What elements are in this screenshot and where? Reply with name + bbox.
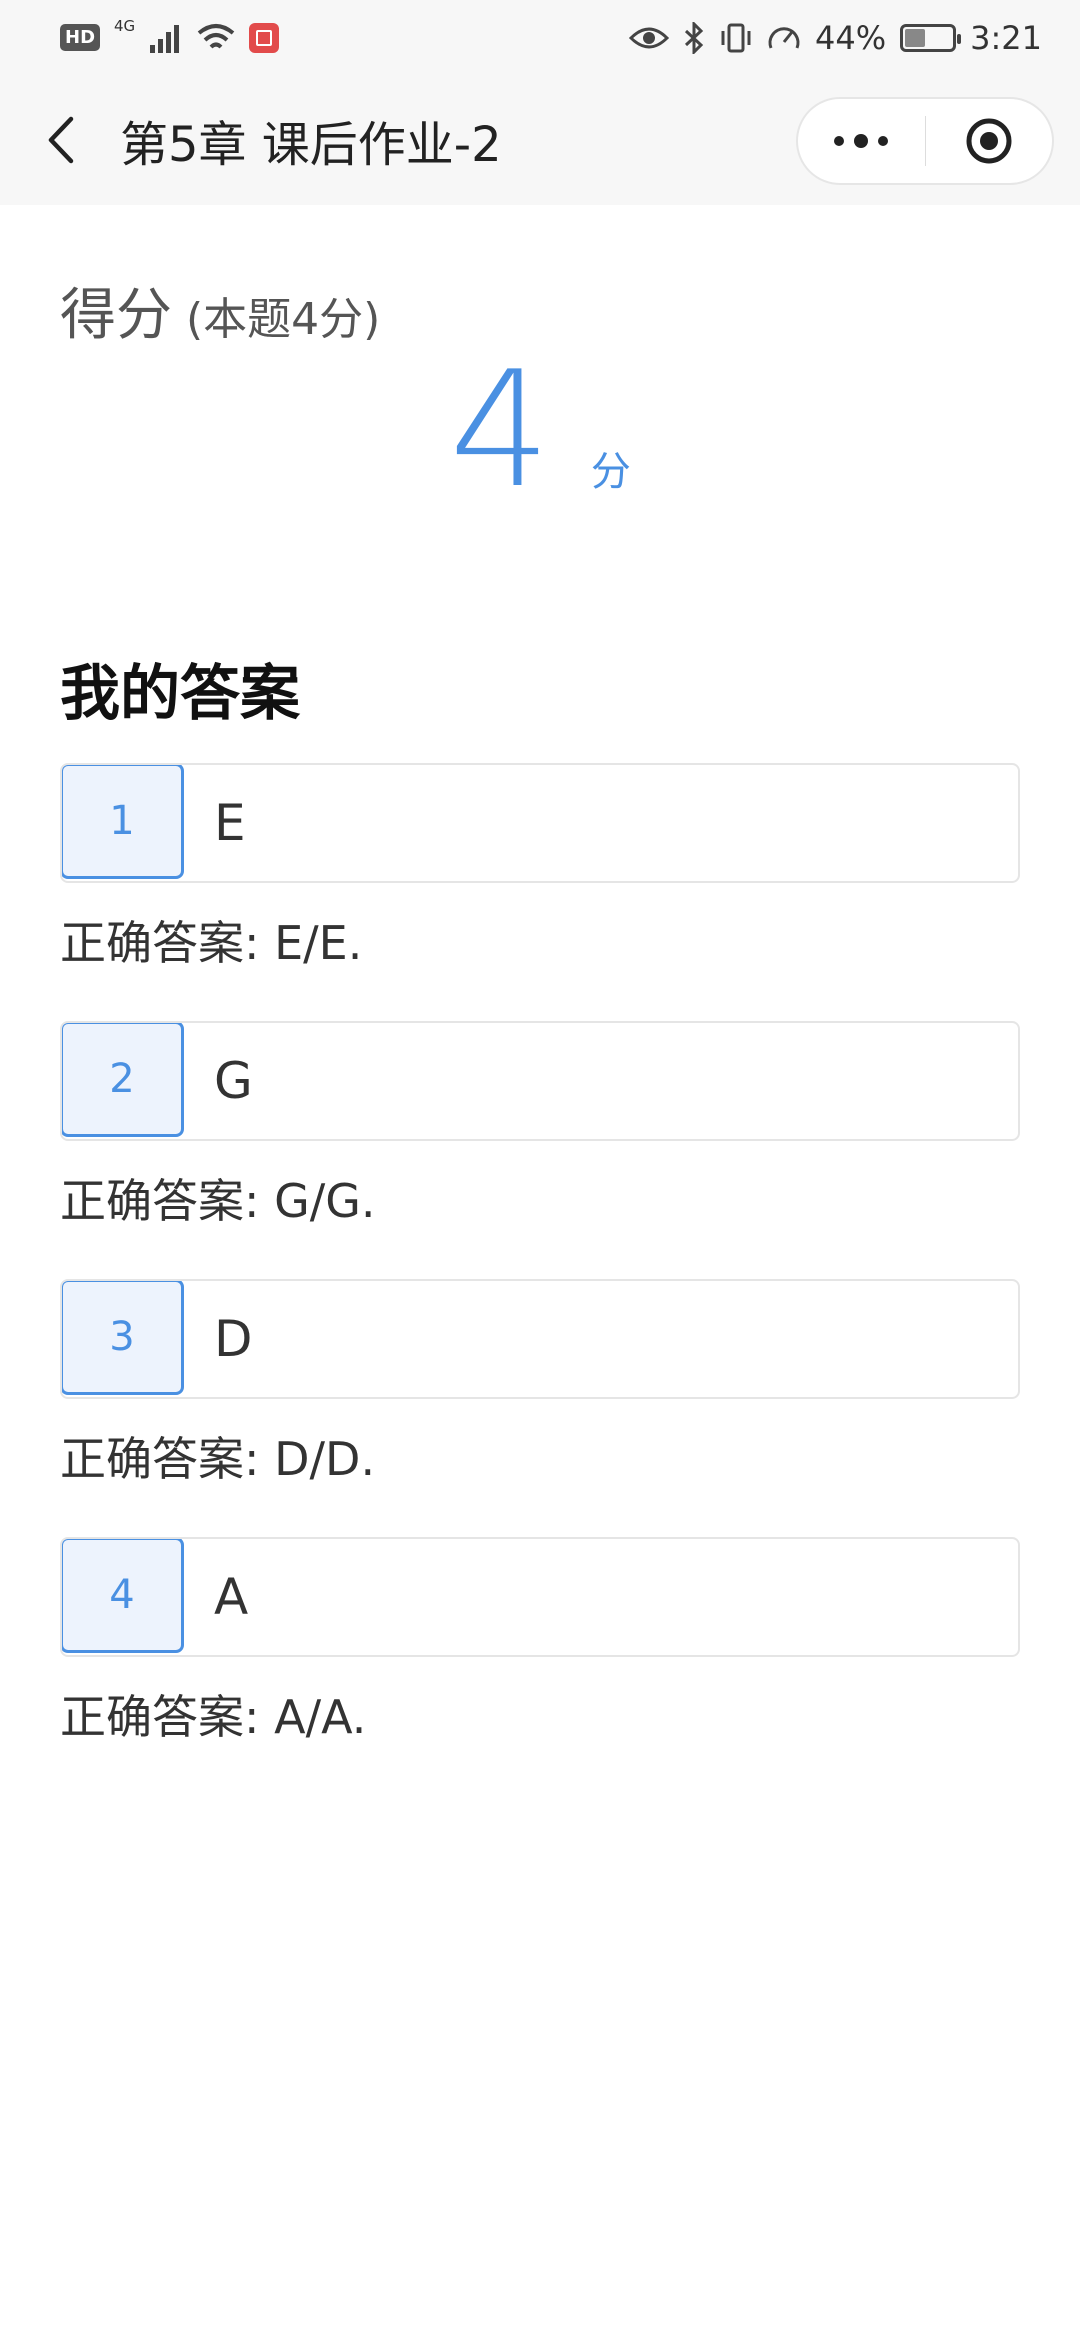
eye-icon <box>629 27 670 48</box>
wifi-icon <box>197 23 235 48</box>
bluetooth-icon <box>684 21 704 54</box>
more-dots-icon <box>834 134 889 148</box>
correct-answer: 正确答案: G/G. <box>60 1174 376 1228</box>
score-header: 得分 (本题4分) <box>60 270 380 351</box>
section-title: 我的答案 <box>60 659 300 729</box>
battery-percent: 44% <box>815 18 887 57</box>
signal-icon <box>150 24 180 53</box>
answer-row: 4 A <box>60 1537 1020 1657</box>
score-value: 4 <box>449 336 551 523</box>
answer-value: G <box>214 1052 253 1110</box>
vibrate-icon <box>721 23 751 52</box>
answer-number: 4 <box>62 1539 184 1653</box>
clock: 3:21 <box>970 18 1042 57</box>
back-button[interactable] <box>0 75 120 205</box>
status-right: 44% 3:21 <box>629 19 1042 57</box>
page-title: 第5章 课后作业-2 <box>120 117 502 173</box>
answer-value: E <box>214 794 246 852</box>
close-miniprogram-button[interactable] <box>925 99 1052 183</box>
target-close-icon <box>966 118 1012 164</box>
status-left: HD 4G <box>60 17 280 53</box>
hd-badge: HD <box>60 24 101 51</box>
correct-answer: 正确答案: A/A. <box>60 1690 367 1744</box>
score-title: 得分 <box>60 283 172 348</box>
score-display: 4 分 <box>0 350 1080 510</box>
chevron-left-icon <box>48 116 74 164</box>
answer-value: A <box>214 1568 249 1626</box>
app-notification-icon <box>249 22 280 53</box>
answer-number: 2 <box>62 1023 184 1137</box>
correct-answer: 正确答案: D/D. <box>60 1432 376 1486</box>
speed-icon <box>768 26 800 49</box>
mini-program-capsule <box>796 97 1054 185</box>
answer-row: 2 G <box>60 1021 1020 1141</box>
answer-value: D <box>214 1310 253 1368</box>
answer-number: 3 <box>62 1281 184 1395</box>
answer-item: 1 E 正确答案: E/E. <box>60 763 1020 973</box>
battery-level <box>905 28 926 47</box>
network-type: 4G <box>114 16 136 35</box>
answer-number: 1 <box>62 765 184 879</box>
battery-icon <box>900 23 962 52</box>
score-unit: 分 <box>590 449 631 495</box>
score-note: (本题4分) <box>186 294 381 345</box>
nav-bar: 第5章 课后作业-2 <box>0 75 1080 205</box>
more-button[interactable] <box>798 99 925 183</box>
status-bar: HD 4G 44% 3:21 <box>0 0 1080 75</box>
answer-row: 1 E <box>60 763 1020 883</box>
answer-item: 2 G 正确答案: G/G. <box>60 1021 1020 1231</box>
answer-item: 4 A 正确答案: A/A. <box>60 1537 1020 1747</box>
answer-item: 3 D 正确答案: D/D. <box>60 1279 1020 1489</box>
answer-row: 3 D <box>60 1279 1020 1399</box>
correct-answer: 正确答案: E/E. <box>60 916 363 970</box>
